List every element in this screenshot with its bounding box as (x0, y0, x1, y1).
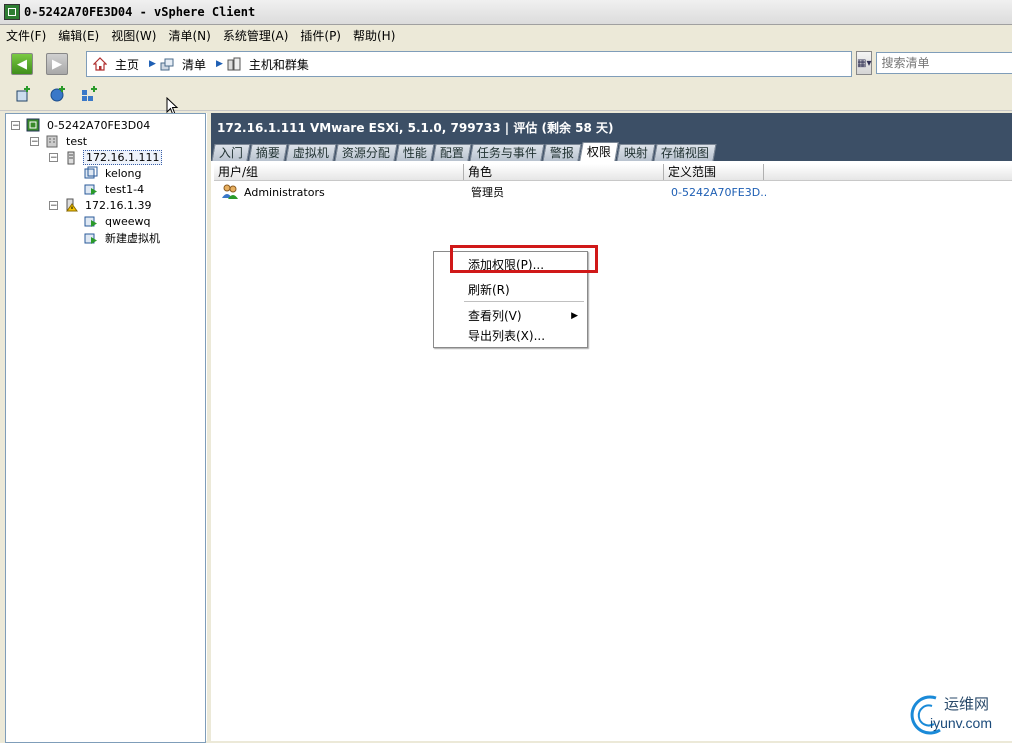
column-header-scope[interactable]: 定义范围 (664, 164, 764, 180)
watermark-text-en: iyunv.com (930, 715, 992, 731)
resource-pool-icon (49, 85, 67, 107)
vm-powered-on-icon (84, 214, 98, 228)
home-icon (93, 57, 107, 71)
inventory-tree: − 0-5242A70FE3D04 − test − 172.16.1.111 … (5, 113, 206, 743)
tab-permissions[interactable]: 权限 (579, 142, 619, 161)
cell-role: 管理员 (471, 186, 504, 199)
tab-storage-views[interactable]: 存储视图 (653, 144, 717, 161)
toolbar (0, 82, 1012, 111)
tree-node-datacenter[interactable]: − test (30, 134, 89, 148)
user-group-icon (216, 184, 244, 200)
vm-icon (84, 166, 98, 180)
menu-bar: 文件(F) 编辑(E) 视图(W) 清单(N) 系统管理(A) 插件(P) 帮助… (0, 24, 1012, 46)
navigation-bar: ◀ ▶ 主页 ▶ 清单 ▶ 主机和群集 ▦▾ (0, 48, 1012, 80)
new-vm-button[interactable] (14, 86, 34, 106)
tab-getting-started[interactable]: 入门 (211, 144, 251, 161)
menu-administration[interactable]: 系统管理(A) (223, 27, 289, 44)
new-vapp-button[interactable] (80, 86, 100, 106)
menu-item-view-columns[interactable]: 查看列(V) ▶ (468, 306, 586, 326)
cell-user: Administrators (244, 185, 325, 199)
breadcrumb-home-label: 主页 (115, 57, 140, 72)
window-title-bar: 0-5242A70FE3D04 - vSphere Client (0, 0, 1012, 25)
main-panel: 172.16.1.111 VMware ESXi, 5.1.0, 799733 … (211, 113, 1012, 741)
search-scope-icon: ▦▾ (857, 57, 872, 69)
breadcrumb-inventory-label: 清单 (181, 57, 206, 72)
arrow-right-icon: ▶ (52, 56, 62, 72)
tab-virtual-machines[interactable]: 虚拟机 (285, 144, 337, 161)
submenu-arrow-icon: ▶ (571, 311, 578, 321)
tab-summary[interactable]: 摘要 (248, 144, 288, 161)
tree-node-vm-new[interactable]: 新建虚拟机 (84, 230, 162, 246)
tab-resource-allocation[interactable]: 资源分配 (334, 144, 398, 161)
collapse-icon[interactable]: − (30, 136, 39, 146)
menu-inventory[interactable]: 清单(N) (168, 27, 210, 44)
tree-node-vm-qweewq[interactable]: qweewq (84, 214, 153, 228)
tab-maps[interactable]: 映射 (616, 144, 656, 161)
search-scope-button[interactable]: ▦▾ (856, 51, 873, 75)
menu-item-refresh[interactable]: 刷新(R) (468, 280, 586, 300)
column-header-role[interactable]: 角色 (464, 164, 664, 180)
tab-bar: 入门 摘要 虚拟机 资源分配 性能 配置 任务与事件 警报 权限 映射 存储视图 (211, 142, 717, 161)
vsphere-app-icon (4, 4, 20, 20)
host-title: 172.16.1.111 VMware ESXi, 5.1.0, 799733 … (217, 121, 614, 135)
new-resource-pool-button[interactable] (48, 86, 68, 106)
new-vm-icon (15, 85, 33, 107)
menu-separator (464, 301, 584, 302)
collapse-icon[interactable]: − (49, 200, 58, 210)
collapse-icon[interactable]: − (49, 153, 58, 163)
search-input[interactable] (876, 52, 1012, 74)
permissions-table-header: 用户/组 角色 定义范围 (214, 164, 1012, 181)
watermark-text-cn: 运维网 (944, 695, 990, 713)
menu-edit[interactable]: 编辑(E) (58, 27, 99, 44)
view-columns-label: 查看列(V) (468, 309, 522, 323)
watermark: 运维网 iyunv.com (904, 690, 1010, 738)
tab-configuration[interactable]: 配置 (432, 144, 472, 161)
tree-node-vm-test1-4[interactable]: test1-4 (84, 182, 146, 196)
menu-file[interactable]: 文件(F) (6, 27, 46, 44)
cell-scope[interactable]: 0-5242A70FE3D... (666, 186, 766, 199)
menu-plugins[interactable]: 插件(P) (300, 27, 341, 44)
host-header: 172.16.1.111 VMware ESXi, 5.1.0, 799733 … (211, 113, 1012, 161)
vcenter-icon (26, 118, 40, 132)
tab-performance[interactable]: 性能 (395, 144, 435, 161)
tree-node-vm-kelong[interactable]: kelong (84, 166, 144, 180)
hosts-clusters-icon (227, 57, 241, 71)
menu-view[interactable]: 视图(W) (111, 27, 156, 44)
menu-help[interactable]: 帮助(H) (353, 27, 395, 44)
search-area: ▦▾ (856, 51, 1012, 75)
host-warning-icon (64, 198, 78, 212)
breadcrumb-home[interactable]: 主页 (93, 56, 139, 73)
column-header-user-group[interactable]: 用户/组 (214, 164, 464, 180)
breadcrumb-hosts-clusters[interactable]: 主机和群集 (227, 56, 309, 73)
back-button[interactable]: ◀ (11, 53, 33, 75)
datacenter-icon (45, 134, 59, 148)
tree-node-host-39[interactable]: − 172.16.1.39 (49, 198, 153, 212)
breadcrumb-separator-icon: ▶ (149, 59, 156, 69)
breadcrumb-hosts-clusters-label: 主机和群集 (248, 57, 309, 72)
breadcrumb-inventory[interactable]: 清单 (160, 56, 206, 73)
table-row[interactable]: Administrators 管理员 0-5242A70FE3D... (214, 183, 1012, 201)
vm-powered-on-icon (84, 182, 98, 196)
menu-item-export-list[interactable]: 导出列表(X)... (468, 326, 586, 346)
vm-powered-on-icon (84, 231, 98, 245)
forward-button[interactable]: ▶ (46, 53, 68, 75)
tab-alarms[interactable]: 警报 (542, 144, 582, 161)
breadcrumb: 主页 ▶ 清单 ▶ 主机和群集 (86, 51, 852, 77)
tree-node-vcenter[interactable]: − 0-5242A70FE3D04 (11, 118, 152, 132)
window-title: 0-5242A70FE3D04 - vSphere Client (24, 5, 256, 19)
annotation-highlight-box (450, 245, 598, 273)
inventory-icon (160, 57, 174, 71)
collapse-icon[interactable]: − (11, 120, 20, 130)
vapp-icon (81, 85, 99, 107)
tab-tasks-events[interactable]: 任务与事件 (469, 144, 545, 161)
tree-node-host-111[interactable]: − 172.16.1.111 (49, 150, 163, 165)
host-server-icon (64, 151, 78, 165)
breadcrumb-separator-icon: ▶ (215, 59, 223, 69)
arrow-left-icon: ◀ (17, 56, 27, 72)
